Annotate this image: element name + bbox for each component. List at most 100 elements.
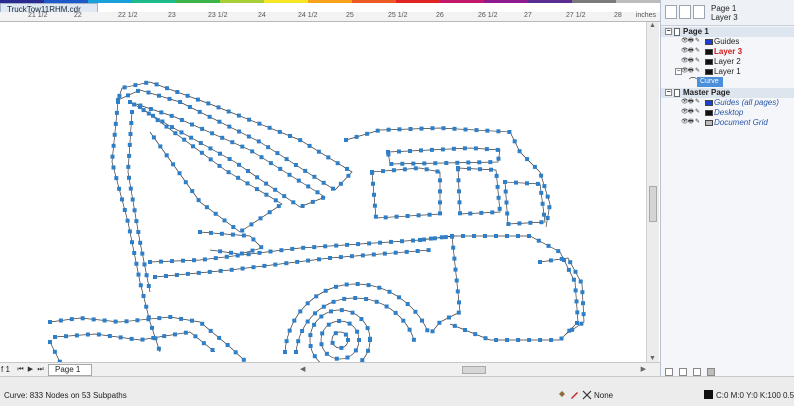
- node-handle[interactable]: [110, 154, 115, 159]
- node-handle[interactable]: [251, 237, 256, 242]
- node-handle[interactable]: [504, 200, 509, 205]
- node-handle[interactable]: [343, 332, 348, 337]
- node-handle[interactable]: [372, 192, 376, 197]
- node-handle[interactable]: [273, 262, 278, 267]
- node-handle[interactable]: [218, 151, 222, 156]
- node-handle[interactable]: [308, 344, 313, 348]
- node-handle[interactable]: [209, 230, 213, 235]
- node-handle[interactable]: [344, 138, 348, 142]
- node-handle[interactable]: [539, 220, 544, 225]
- node-handle[interactable]: [267, 125, 272, 130]
- node-handle[interactable]: [144, 273, 149, 278]
- node-handle[interactable]: [334, 284, 338, 289]
- node-handle[interactable]: [208, 146, 213, 151]
- node-handle[interactable]: [306, 184, 311, 189]
- scroll-left-icon[interactable]: ◀: [300, 365, 305, 373]
- node-handle[interactable]: [114, 110, 119, 115]
- node-handle[interactable]: [479, 210, 484, 215]
- node-handle[interactable]: [357, 338, 361, 342]
- node-handle[interactable]: [457, 189, 461, 194]
- node-handle[interactable]: [159, 110, 164, 115]
- node-handle[interactable]: [535, 181, 540, 186]
- node-handle[interactable]: [218, 268, 223, 273]
- object-row-curve[interactable]: ⌒ Curve: [661, 77, 794, 87]
- node-handle[interactable]: [233, 350, 238, 355]
- node-handle[interactable]: [456, 178, 461, 183]
- node-handle[interactable]: [291, 200, 296, 205]
- show-properties-button[interactable]: [665, 5, 677, 19]
- node-handle[interactable]: [167, 96, 172, 101]
- node-handle[interactable]: [430, 329, 435, 334]
- node-handle[interactable]: [300, 329, 305, 333]
- scroll-up-icon[interactable]: ▲: [649, 22, 656, 29]
- node-handle[interactable]: [404, 249, 409, 254]
- node-handle[interactable]: [378, 240, 383, 245]
- node-handle[interactable]: [542, 212, 546, 217]
- node-handle[interactable]: [259, 155, 264, 160]
- node-handle[interactable]: [134, 219, 139, 224]
- node-handle[interactable]: [169, 113, 174, 118]
- node-handle[interactable]: [483, 336, 488, 341]
- node-handle[interactable]: [546, 243, 551, 248]
- node-handle[interactable]: [278, 166, 283, 171]
- node-handle[interactable]: [296, 178, 301, 183]
- node-handle[interactable]: [264, 192, 269, 197]
- node-handle[interactable]: [141, 294, 146, 298]
- node-handle[interactable]: [219, 231, 224, 236]
- node-handle[interactable]: [202, 257, 207, 262]
- node-handle[interactable]: [443, 235, 448, 240]
- node-handle[interactable]: [429, 147, 434, 152]
- node-handle[interactable]: [132, 208, 137, 213]
- node-handle[interactable]: [542, 184, 547, 189]
- node-handle[interactable]: [239, 251, 244, 256]
- node-handle[interactable]: [132, 251, 137, 255]
- node-handle[interactable]: [497, 206, 502, 211]
- node-handle[interactable]: [383, 215, 388, 220]
- node-handle[interactable]: [579, 321, 584, 326]
- node-handle[interactable]: [516, 234, 520, 238]
- node-handle[interactable]: [527, 234, 531, 238]
- node-handle[interactable]: [345, 242, 350, 247]
- node-handle[interactable]: [74, 333, 79, 338]
- node-handle[interactable]: [559, 256, 564, 261]
- node-handle[interactable]: [144, 80, 149, 85]
- node-handle[interactable]: [210, 348, 215, 352]
- node-handle[interactable]: [545, 216, 550, 220]
- node-handle[interactable]: [193, 334, 198, 339]
- node-handle[interactable]: [321, 195, 325, 200]
- node-handle[interactable]: [528, 220, 533, 225]
- first-page-icon[interactable]: ⏮: [16, 365, 25, 374]
- node-handle[interactable]: [506, 222, 511, 226]
- layer-visibility-icons[interactable]: 👁 🖶 ✎: [681, 109, 701, 116]
- node-handle[interactable]: [128, 132, 133, 136]
- node-handle[interactable]: [339, 345, 344, 350]
- node-handle[interactable]: [575, 310, 580, 315]
- node-handle[interactable]: [539, 173, 544, 178]
- node-handle[interactable]: [120, 197, 124, 202]
- node-handle[interactable]: [258, 216, 263, 221]
- node-handle[interactable]: [190, 318, 194, 323]
- node-handle[interactable]: [505, 211, 510, 216]
- node-handle[interactable]: [179, 316, 184, 321]
- node-handle[interactable]: [129, 336, 134, 341]
- node-handle[interactable]: [174, 273, 179, 277]
- node-handle[interactable]: [128, 100, 132, 104]
- node-handle[interactable]: [368, 336, 372, 341]
- node-handle[interactable]: [225, 343, 230, 347]
- drawing-canvas[interactable]: [0, 22, 646, 362]
- node-handle[interactable]: [451, 245, 456, 250]
- node-handle[interactable]: [126, 93, 130, 98]
- node-handle[interactable]: [321, 304, 326, 309]
- node-handle[interactable]: [478, 167, 482, 172]
- node-handle[interactable]: [305, 301, 310, 306]
- node-handle[interactable]: [300, 204, 305, 208]
- node-handle[interactable]: [117, 186, 122, 191]
- node-handle[interactable]: [321, 180, 326, 185]
- node-handle[interactable]: [512, 139, 517, 144]
- node-handle[interactable]: [387, 289, 392, 294]
- node-handle[interactable]: [287, 172, 292, 177]
- node-handle[interactable]: [107, 334, 112, 338]
- next-page-icon[interactable]: ▶: [26, 365, 35, 374]
- node-handle[interactable]: [331, 299, 336, 304]
- node-handle[interactable]: [173, 131, 178, 136]
